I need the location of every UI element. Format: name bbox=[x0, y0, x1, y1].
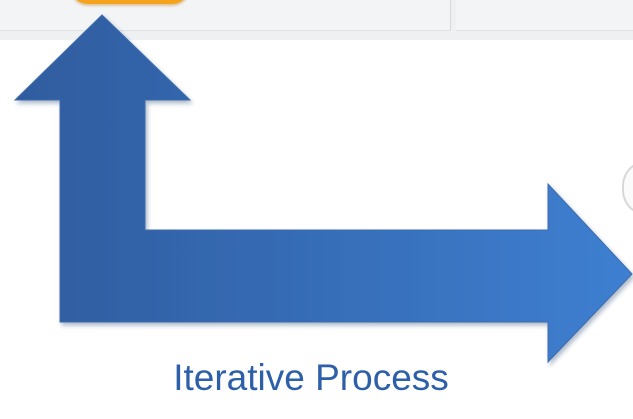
diagram-caption: Iterative Process bbox=[173, 357, 449, 398]
slide-canvas: Iterative Process bbox=[0, 0, 633, 419]
arrow-body bbox=[13, 14, 633, 364]
